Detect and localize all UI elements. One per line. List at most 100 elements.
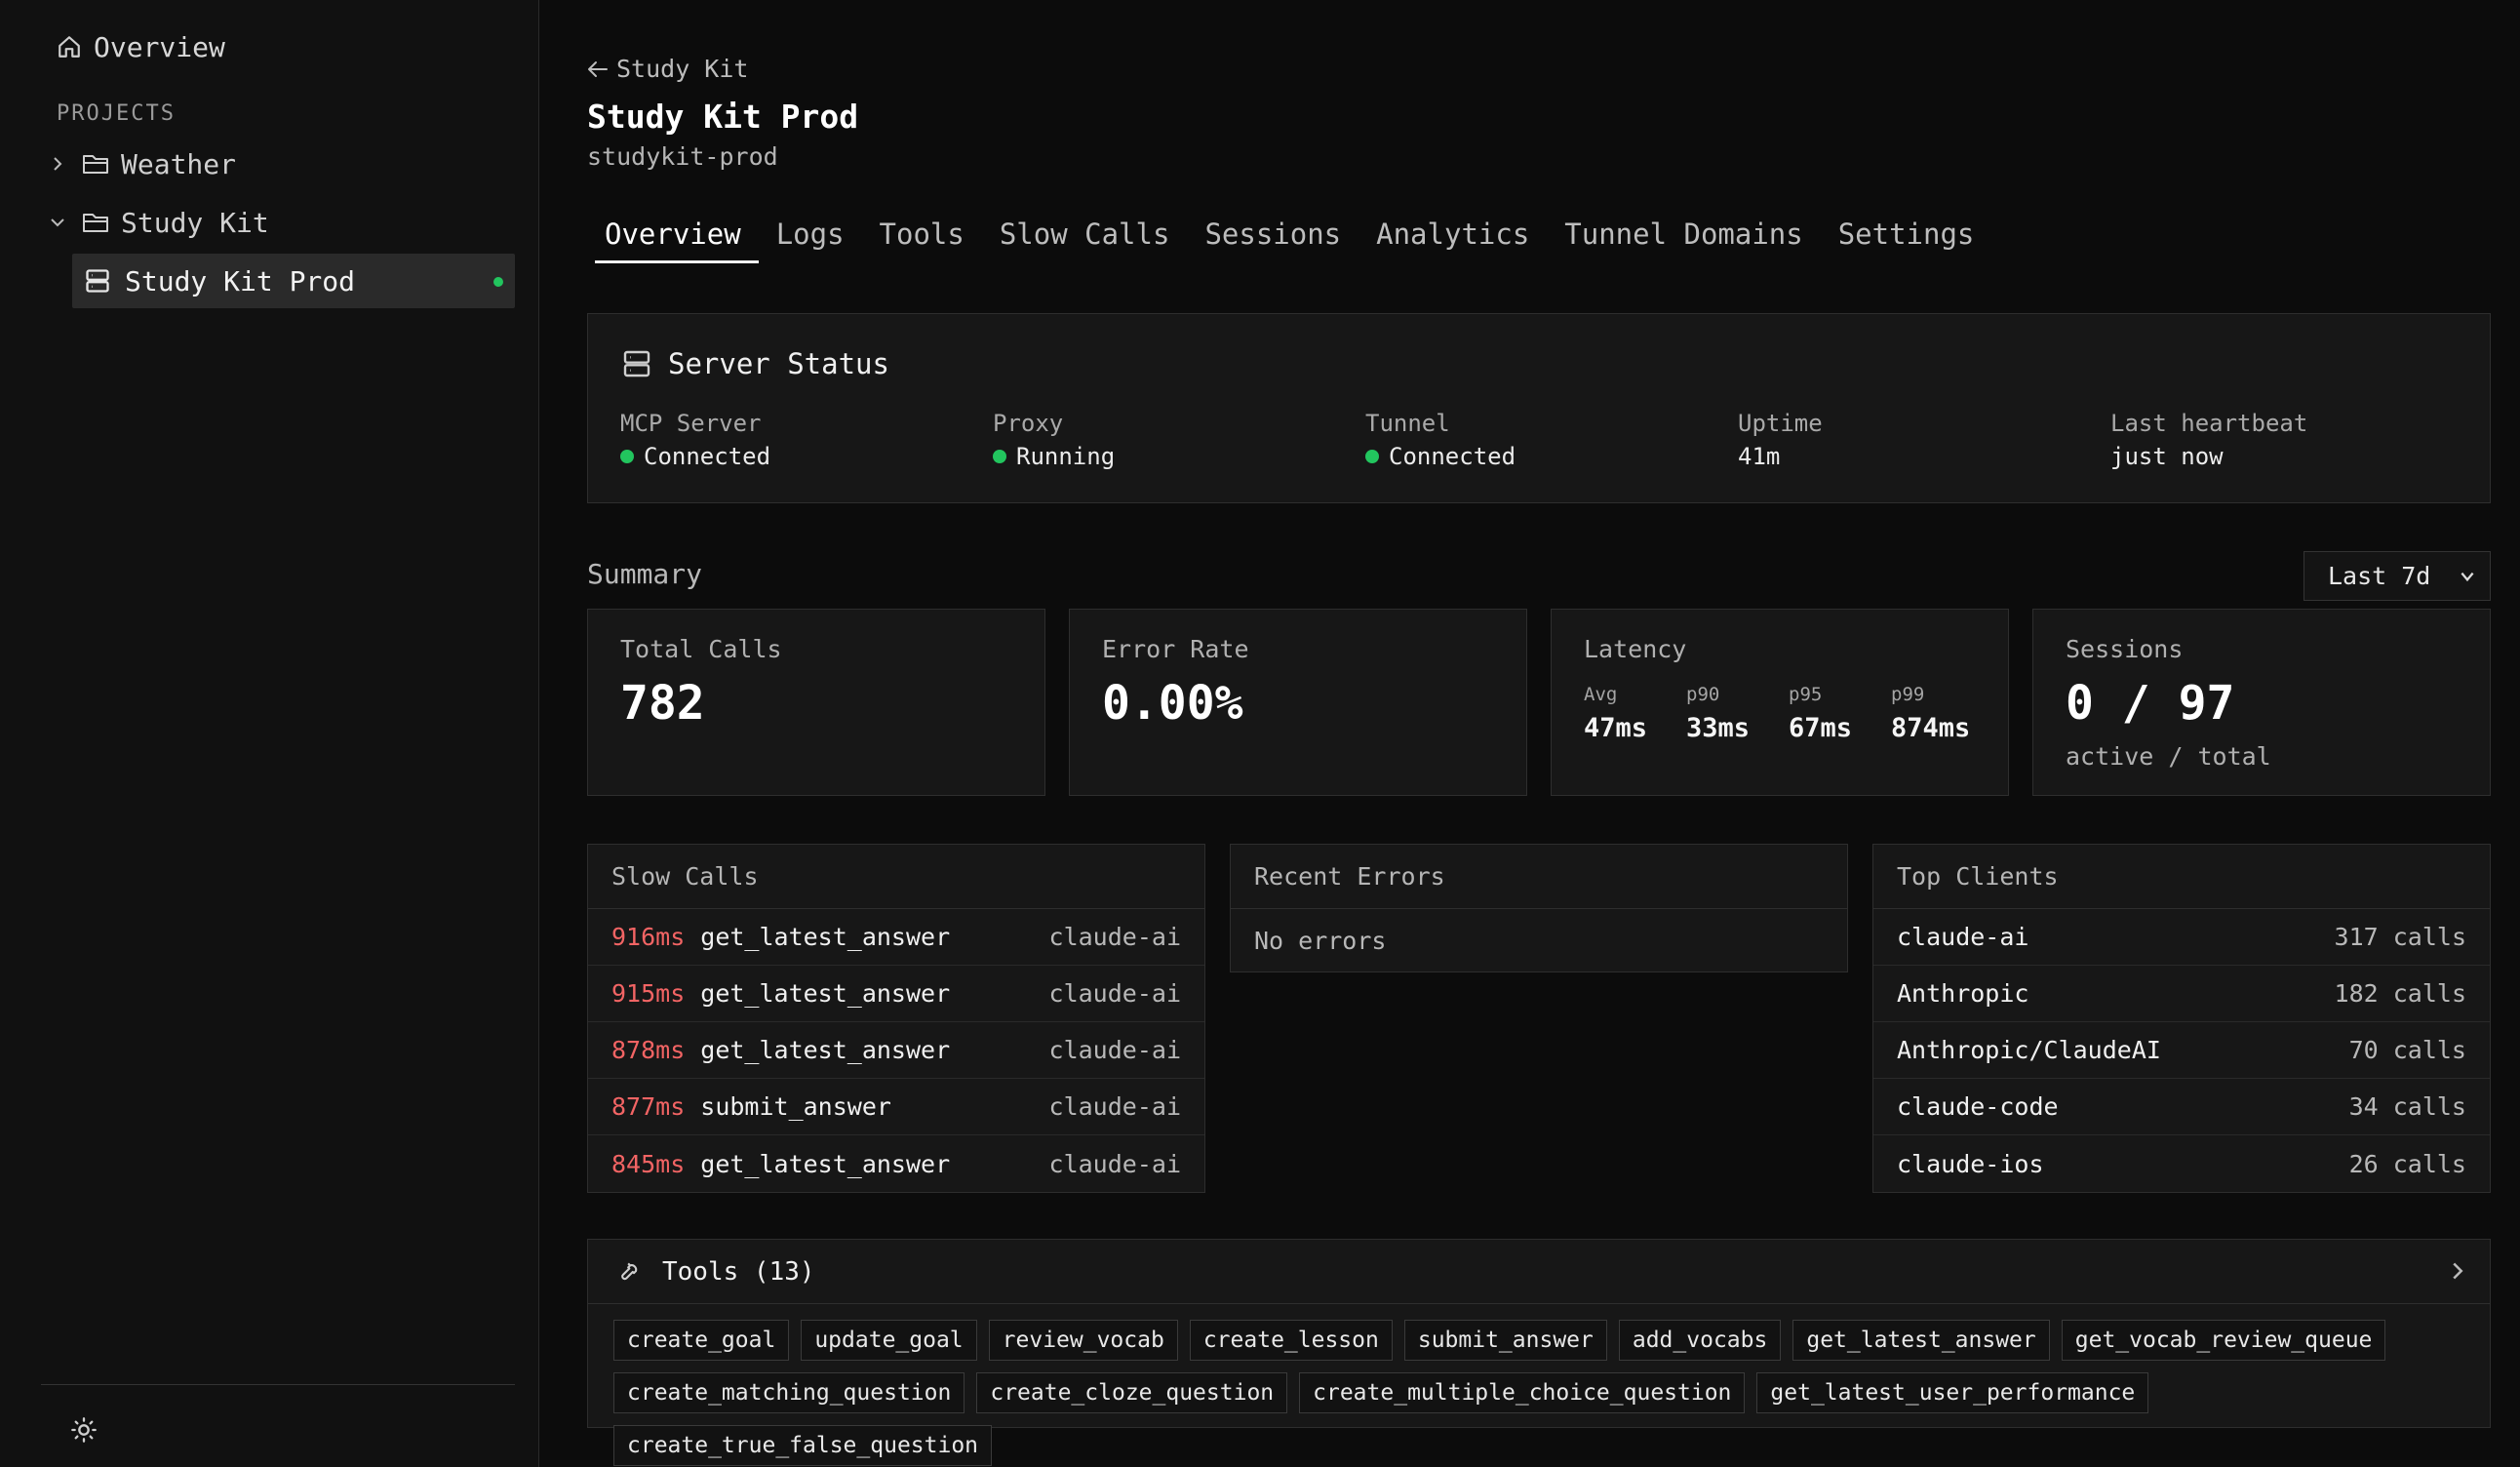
empty-state: No errors	[1254, 926, 1387, 955]
client-name: Anthropic	[1897, 979, 2029, 1008]
latency-key: p90	[1686, 684, 1720, 705]
latency-value: 874ms	[1891, 713, 1971, 743]
status-value: Running	[993, 443, 1115, 470]
latency-avg: Avg 47ms	[1584, 684, 1647, 743]
latency-p95: p95 67ms	[1789, 684, 1852, 743]
client-name: claude-code	[1897, 1092, 2059, 1121]
client-row[interactable]: claude-code 34 calls	[1873, 1079, 2490, 1135]
card-title: Slow Calls	[588, 845, 1204, 909]
tool-chip[interactable]: get_vocab_review_queue	[2061, 1320, 2386, 1361]
status-value-text: Connected	[644, 443, 771, 470]
tab-settings[interactable]: Settings	[1821, 213, 1992, 267]
latency-value: 47ms	[1584, 713, 1648, 743]
status-value-text: just now	[2110, 443, 2224, 470]
tool-chip[interactable]: submit_answer	[1403, 1320, 1607, 1361]
slow-call-tool: get_latest_answer	[700, 979, 951, 1008]
slow-call-tool: get_latest_answer	[700, 923, 951, 951]
tools-chip-list: create_goal update_goal review_vocab cre…	[613, 1320, 2464, 1466]
slow-call-client: claude-ai	[1048, 1149, 1181, 1178]
metric-latency: Latency Avg 47ms p90 33ms p95 67ms p99 874ms	[1551, 609, 2009, 796]
status-last-heartbeat: Last heartbeat just now	[2110, 410, 2307, 470]
chevron-right-icon[interactable]	[2451, 1261, 2464, 1281]
client-row[interactable]: Anthropic 182 calls	[1873, 966, 2490, 1022]
metric-label: Error Rate	[1102, 635, 1249, 663]
tool-chip[interactable]: create_goal	[613, 1320, 790, 1361]
client-calls: 26 calls	[2348, 1149, 2466, 1178]
slow-call-row[interactable]: 915ms get_latest_answer claude-ai	[588, 966, 1204, 1022]
tab-slow-calls[interactable]: Slow Calls	[982, 213, 1188, 267]
tool-chip[interactable]: update_goal	[801, 1320, 977, 1361]
slow-call-row[interactable]: 845ms get_latest_answer claude-ai	[588, 1135, 1204, 1192]
tool-chip[interactable]: add_vocabs	[1618, 1320, 1782, 1361]
status-value-text: 41m	[1738, 443, 1781, 470]
metric-error-rate: Error Rate 0.00%	[1069, 609, 1527, 796]
status-label: Proxy	[993, 410, 1064, 437]
latency-key: p99	[1891, 684, 1925, 705]
main-content: Study Kit Study Kit Prod studykit-prod O…	[0, 0, 2520, 1467]
slow-call-duration: 845ms	[611, 1149, 686, 1178]
tab-analytics[interactable]: Analytics	[1358, 213, 1547, 267]
back-link[interactable]: Study Kit	[587, 55, 748, 83]
metric-total-calls: Total Calls 782	[587, 609, 1045, 796]
latency-key: Avg	[1584, 684, 1618, 705]
slow-call-duration: 916ms	[611, 923, 686, 951]
tab-logs[interactable]: Logs	[759, 213, 862, 267]
slow-call-tool: submit_answer	[700, 1092, 891, 1121]
status-label: MCP Server	[620, 410, 762, 437]
tab-overview[interactable]: Overview	[587, 213, 759, 267]
tool-chip[interactable]: create_cloze_question	[976, 1372, 1288, 1413]
tab-bar: Overview Logs Tools Slow Calls Sessions …	[587, 213, 1991, 267]
status-label: Uptime	[1738, 410, 1823, 437]
tool-chip[interactable]: create_multiple_choice_question	[1299, 1372, 1746, 1413]
tool-chip[interactable]: get_latest_answer	[1792, 1320, 2050, 1361]
client-name: Anthropic/ClaudeAI	[1897, 1036, 2161, 1064]
status-label: Tunnel	[1365, 410, 1450, 437]
metric-value: 0 / 97	[2066, 676, 2235, 731]
tool-chip[interactable]: create_lesson	[1189, 1320, 1393, 1361]
page-title: Study Kit Prod	[587, 98, 859, 136]
recent-errors-card: Recent Errors No errors	[1230, 844, 1848, 972]
slow-call-duration: 915ms	[611, 979, 686, 1008]
tool-chip[interactable]: create_matching_question	[613, 1372, 965, 1413]
tab-sessions[interactable]: Sessions	[1187, 213, 1358, 267]
tool-chip[interactable]: create_true_false_question	[613, 1425, 993, 1466]
metric-label: Latency	[1584, 635, 1687, 663]
page-slug: studykit-prod	[587, 142, 778, 171]
client-row[interactable]: Anthropic/ClaudeAI 70 calls	[1873, 1022, 2490, 1079]
metric-value: 782	[620, 676, 705, 731]
green-status-dot	[1365, 450, 1379, 463]
tool-chip[interactable]: get_latest_user_performance	[1756, 1372, 2149, 1413]
client-row[interactable]: claude-ios 26 calls	[1873, 1135, 2490, 1192]
slow-call-row[interactable]: 916ms get_latest_answer claude-ai	[588, 909, 1204, 966]
summary-heading: Summary	[587, 558, 703, 590]
metric-label: Total Calls	[620, 635, 782, 663]
tools-header[interactable]: Tools (13)	[588, 1240, 2490, 1304]
card-title: Top Clients	[1873, 845, 2490, 909]
arrow-left-icon	[588, 60, 608, 77]
latency-p90: p90 33ms	[1686, 684, 1750, 743]
metric-label: Sessions	[2066, 635, 2184, 663]
tab-tunnel-domains[interactable]: Tunnel Domains	[1547, 213, 1820, 267]
tools-card: Tools (13) create_goal update_goal revie…	[587, 1239, 2491, 1466]
slow-call-row[interactable]: 878ms get_latest_answer claude-ai	[588, 1022, 1204, 1079]
metric-subtext: active / total	[2066, 742, 2271, 771]
latency-value: 67ms	[1789, 713, 1853, 743]
status-proxy: Proxy Running	[993, 410, 1115, 470]
slow-call-duration: 878ms	[611, 1036, 686, 1064]
slow-call-tool: get_latest_answer	[700, 1149, 951, 1178]
green-status-dot	[620, 450, 634, 463]
green-status-dot	[993, 450, 1006, 463]
status-value: Connected	[620, 443, 770, 470]
tool-chip[interactable]: review_vocab	[988, 1320, 1178, 1361]
status-value: Connected	[1365, 443, 1516, 470]
client-row[interactable]: claude-ai 317 calls	[1873, 909, 2490, 966]
tab-tools[interactable]: Tools	[862, 213, 982, 267]
slow-call-row[interactable]: 877ms submit_answer claude-ai	[588, 1079, 1204, 1135]
status-value-text: Running	[1016, 443, 1116, 470]
top-clients-card: Top Clients claude-ai 317 calls Anthropic…	[1872, 844, 2491, 1193]
slow-call-client: claude-ai	[1048, 1092, 1181, 1121]
time-range-value: Last 7d	[2328, 562, 2431, 590]
time-range-select[interactable]: Last 7d	[2303, 551, 2491, 601]
slow-call-tool: get_latest_answer	[700, 1036, 951, 1064]
card-title: Recent Errors	[1231, 845, 1847, 909]
